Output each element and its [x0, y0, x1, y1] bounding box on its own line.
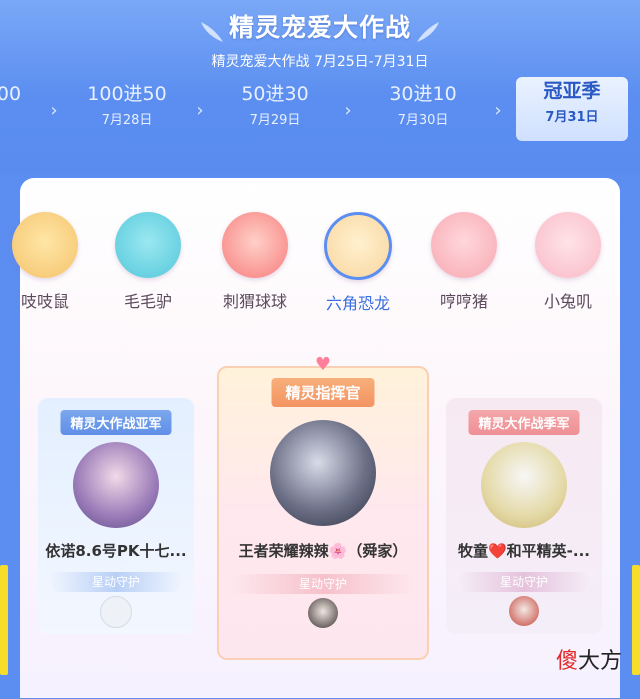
- event-subtitle: 精灵宠爱大作战 7月25日-7月31日: [211, 54, 429, 70]
- sprite-name: 刺猬球球: [222, 292, 287, 311]
- stage-tab-1[interactable]: 100进50 7月28日: [72, 80, 182, 128]
- donkey-icon: [115, 212, 181, 278]
- card-ribbon: 精灵大作战亚军: [60, 410, 172, 435]
- chevron-right-icon: ›: [344, 100, 352, 121]
- chevron-right-icon: ›: [494, 100, 502, 121]
- axolotl-icon: [324, 212, 392, 280]
- sprite-name: 哼哼猪: [439, 292, 488, 311]
- stage-tab-3[interactable]: 30进10 7月30日: [368, 80, 478, 128]
- header: 精灵宠爱大作战: [0, 8, 640, 44]
- stage-name: 30进10: [389, 83, 457, 105]
- heart-icon: ♥: [314, 354, 332, 375]
- sprite-item[interactable]: 吱吱鼠: [5, 212, 85, 312]
- stage-date: 7月31日: [545, 110, 599, 125]
- wing-right-icon: [417, 22, 439, 42]
- guard-label: 星动守护: [458, 572, 590, 592]
- guard-label: 星动守护: [50, 572, 182, 592]
- sprite-name: 六角恐龙: [325, 294, 390, 313]
- pig-icon: [431, 212, 497, 278]
- stage-name: 冠亚季: [543, 80, 601, 102]
- watermark-red: 傻: [555, 649, 578, 674]
- sprite-name: 毛毛驴: [123, 292, 172, 311]
- guardian-avatar[interactable]: [509, 596, 539, 626]
- watermark: 傻大方: [556, 643, 622, 675]
- watermark-rest: 大方: [577, 649, 622, 674]
- commander-card[interactable]: ♥ 精灵指挥官 王者荣耀辣辣🌸（舜家） 星动守护: [217, 354, 429, 660]
- stage-nav: 00 › 100进50 7月28日 › 50进30 7月29日 › 30进10 …: [0, 77, 640, 150]
- sprite-name: 吱吱鼠: [20, 292, 69, 311]
- stage-name: 50进30: [241, 83, 309, 105]
- guard-label: 星动守护: [231, 574, 415, 594]
- third-place-card[interactable]: 精灵大作战季军 牧童❤️和平精英-... 星动守护: [446, 398, 602, 634]
- avatar[interactable]: [481, 442, 567, 528]
- rabbit-icon: [535, 212, 601, 278]
- sprite-item[interactable]: 六角恐龙: [318, 212, 398, 314]
- avatar[interactable]: [270, 420, 376, 526]
- chevron-right-icon: ›: [196, 100, 204, 121]
- card-ribbon: 精灵指挥官: [271, 378, 375, 407]
- stage-date: 7月28日: [101, 113, 153, 128]
- side-tab-right[interactable]: [632, 565, 640, 675]
- avatar[interactable]: [73, 442, 159, 528]
- stage-tab-2[interactable]: 50进30 7月29日: [220, 80, 330, 128]
- stage-tab-4[interactable]: 冠亚季 7月31日: [516, 77, 628, 141]
- card-ribbon: 精灵大作战季军: [468, 410, 580, 435]
- guardian-avatar[interactable]: [100, 596, 132, 628]
- chevron-right-icon: ›: [50, 100, 58, 121]
- page-title: 精灵宠爱大作战: [228, 13, 411, 42]
- player-name: 依诺8.6号PK十七...: [45, 542, 187, 560]
- stage-date: 7月29日: [249, 113, 301, 128]
- guardian-avatar[interactable]: [308, 598, 338, 628]
- stage-date: 7月30日: [397, 113, 449, 128]
- sprite-item[interactable]: 毛毛驴: [108, 212, 188, 312]
- player-name: 牧童❤️和平精英-...: [458, 542, 590, 560]
- sprite-list: 吱吱鼠 毛毛驴 刺猬球球 六角恐龙 哼哼猪 小兔叽: [0, 212, 640, 322]
- side-tab-left[interactable]: [0, 565, 8, 675]
- sprite-item[interactable]: 哼哼猪: [424, 212, 504, 312]
- sprite-item[interactable]: 刺猬球球: [215, 212, 295, 312]
- stage-name: 100进50: [87, 83, 167, 105]
- wing-left-icon: [201, 22, 223, 42]
- mouse-icon: [12, 212, 78, 278]
- sprite-item[interactable]: 小兔叽: [528, 212, 608, 312]
- hedgehog-icon: [222, 212, 288, 278]
- sprite-name: 小兔叽: [543, 292, 592, 311]
- runner-up-card[interactable]: 精灵大作战亚军 依诺8.6号PK十七... 星动守护: [38, 398, 194, 634]
- player-name: 王者荣耀辣辣🌸（舜家）: [238, 542, 408, 560]
